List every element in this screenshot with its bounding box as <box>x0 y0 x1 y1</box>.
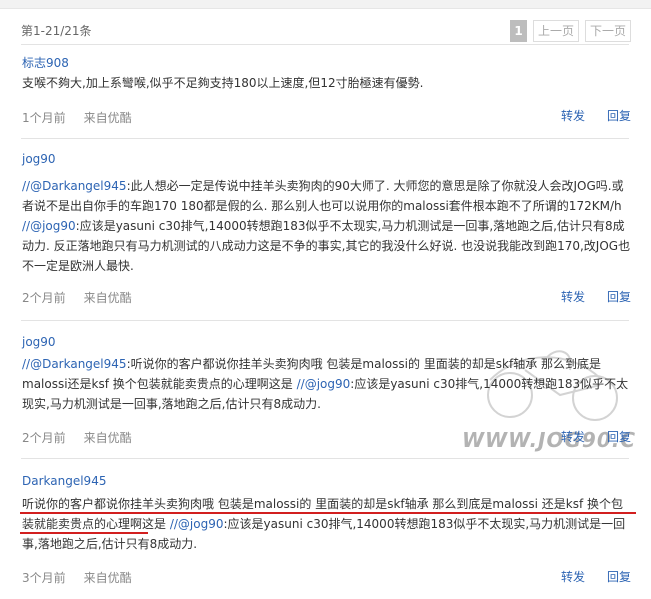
reply-button[interactable]: 回复 <box>607 288 631 305</box>
comment-source: 来自优酷 <box>83 431 132 445</box>
pagination: 1 上一页 下一页 <box>510 20 631 42</box>
comment-actions: 转发 回复 <box>561 428 631 445</box>
red-underline-annotation <box>20 532 148 534</box>
red-underline-annotation <box>20 512 636 514</box>
mention-link[interactable]: //@jog90 <box>170 517 224 531</box>
reply-button[interactable]: 回复 <box>607 428 631 445</box>
comment-meta: 3个月前 来自优酷 <box>22 569 132 586</box>
comment-time: 2个月前 <box>22 291 66 305</box>
next-page-button[interactable]: 下一页 <box>585 20 631 42</box>
divider <box>21 320 629 321</box>
repost-button[interactable]: 转发 <box>561 288 585 305</box>
page-current-button[interactable]: 1 <box>510 20 527 42</box>
mention-link[interactable]: //@jog90 <box>297 377 351 391</box>
mention-link[interactable]: //@jog90 <box>22 219 76 233</box>
comment-author-link[interactable]: Darkangel945 <box>22 474 106 488</box>
mention-link[interactable]: //@Darkangel945 <box>22 179 127 193</box>
comment-time: 3个月前 <box>22 571 66 585</box>
comment-author-link[interactable]: jog90 <box>22 152 56 166</box>
comment-meta: 2个月前 来自优酷 <box>22 289 132 306</box>
mention-link[interactable]: //@Darkangel945 <box>22 357 127 371</box>
divider <box>21 138 629 139</box>
comment-author-link[interactable]: jog90 <box>22 335 56 349</box>
reply-button[interactable]: 回复 <box>607 107 631 124</box>
divider <box>21 44 629 45</box>
comment-actions: 转发 回复 <box>561 107 631 124</box>
comment-count: 第1-21/21条 <box>21 24 92 38</box>
comment-source: 来自优酷 <box>83 291 132 305</box>
reply-button[interactable]: 回复 <box>607 568 631 585</box>
comment-meta: 1个月前 来自优酷 <box>22 109 132 126</box>
prev-page-button[interactable]: 上一页 <box>533 20 579 42</box>
comment-text: //@Darkangel945:听说你的客户都说你挂羊头卖狗肉哦 包装是malo… <box>22 357 629 411</box>
comment-time: 2个月前 <box>22 431 66 445</box>
comment-text: //@Darkangel945:此人想必一定是传说中挂羊头卖狗肉的90大师了. … <box>22 179 631 273</box>
repost-button[interactable]: 转发 <box>561 568 585 585</box>
comment-actions: 转发 回复 <box>561 568 631 585</box>
comment-source: 来自优酷 <box>83 111 132 125</box>
comment-text: 支喉不夠大,加上系彎喉,似乎不足夠支持180以上速度,但12寸胎極速有優勢. <box>22 76 424 90</box>
comment-meta: 2个月前 来自优酷 <box>22 429 132 446</box>
comment-text: 听说你的客户都说你挂羊头卖狗肉哦 包装是malossi的 里面装的却是skf轴承… <box>22 497 626 551</box>
comment-time: 1个月前 <box>22 111 66 125</box>
repost-button[interactable]: 转发 <box>561 428 585 445</box>
comment-actions: 转发 回复 <box>561 288 631 305</box>
repost-button[interactable]: 转发 <box>561 107 585 124</box>
comment-author-link[interactable]: 标志908 <box>22 54 69 71</box>
divider <box>21 458 629 459</box>
comment-source: 来自优酷 <box>83 571 132 585</box>
top-bar <box>0 0 651 9</box>
